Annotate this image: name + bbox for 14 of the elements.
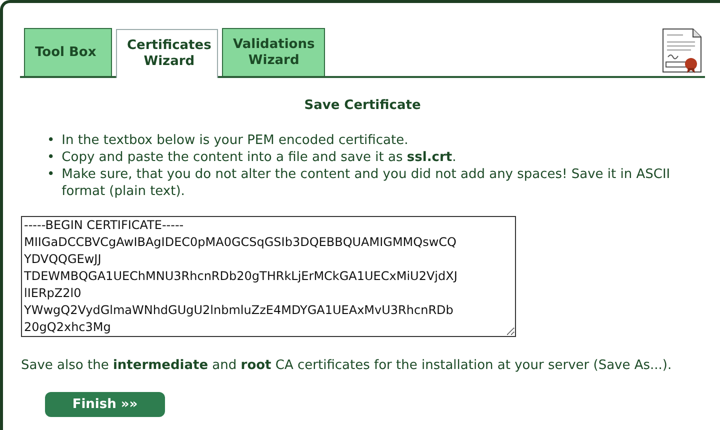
note-text: Save also the intermediate and root CA certificates for the installation at your server (Save As...).: [21, 356, 673, 374]
instruction-text: Copy and paste the content into a file and save it as ssl.crt.: [62, 148, 456, 166]
certificate-textarea[interactable]: -----BEGIN CERTIFICATE----- MIIGaDCCBVCgAwIBAgIDEC0pMA0GCSqGSIb3DQEBBQUAMIGMMQswCQ YDVQQGEwJJ TDEWMBQGA1UEChMNU3RhcnRDb20gTHRkLjErMCkGA1UECxMiU2VjdXJ lIERpZ2l0 YWwgQ2VydGlmaWNhdGUgU2lnbmluZzE4MDYGA1UEAxMvU3RhcnRDb 20gQ2xhc3Mg: [21, 216, 516, 336]
instruction-text: In the textbox below is your PEM encoded certificate.: [62, 132, 408, 148]
bullet: •: [47, 148, 55, 166]
bullet: •: [47, 166, 55, 184]
tab[interactable]: Certificates Wizard: [116, 29, 218, 78]
instruction-text: Make sure, that you do not alter the content and you did not add any spaces! Save it in ASCII format (plain text).: [62, 166, 672, 200]
section-heading: Save Certificate: [303, 97, 422, 115]
tab[interactable]: Tool Box: [24, 28, 112, 76]
tab[interactable]: Validations Wizard: [222, 28, 325, 76]
bullet: •: [47, 132, 55, 148]
finish-button[interactable]: Finish »»: [45, 392, 165, 417]
certificate-icon: [661, 28, 703, 74]
